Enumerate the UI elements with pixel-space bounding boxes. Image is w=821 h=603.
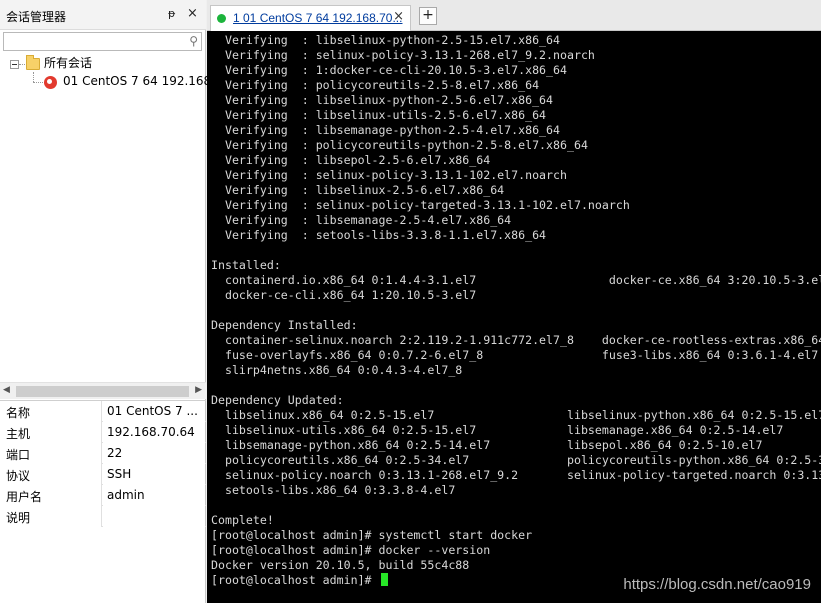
terminal-line: libselinux.x86_64 0:2.5-15.el7 libselinu…: [211, 408, 821, 422]
session-icon: [44, 76, 57, 89]
connection-status-icon: [217, 14, 226, 23]
property-row: 用户名 admin: [0, 485, 206, 506]
terminal-cursor: [380, 573, 388, 586]
search-icon[interactable]: ⚲: [189, 34, 198, 48]
session-properties: 名称 01 CentOS 7 ... 主机 192.168.70.64 端口 2…: [0, 400, 206, 527]
property-value: 192.168.70.64: [103, 422, 205, 443]
session-manager-header: 会话管理器 ᵽ ×: [0, 0, 206, 30]
tree-item-label: 所有会话: [44, 56, 93, 70]
terminal-line: container-selinux.noarch 2:2.119.2-1.911…: [224, 333, 821, 347]
terminal-line: Verifying : libselinux-python-2.5-6.el7.…: [211, 93, 554, 107]
terminal-line: Verifying : libselinux-utils-2.5-6.el7.x…: [211, 108, 547, 122]
terminal-line: setools-libs.x86_64 0:3.3.8-4.el7: [211, 483, 456, 497]
session-manager-title: 会话管理器: [6, 10, 67, 24]
terminal-line: Complete!: [211, 513, 274, 527]
property-key: 端口: [0, 443, 102, 464]
terminal-line: Verifying : setools-libs-3.3.8-1.1.el7.x…: [211, 228, 547, 242]
session-search-input[interactable]: ⚲: [3, 32, 202, 51]
terminal-line: Verifying : libsemanage-python-2.5-4.el7…: [211, 123, 561, 137]
tree-item-label: 01 CentOS 7 64 192.168: [63, 74, 212, 88]
terminal-line: Installed:: [211, 258, 281, 272]
collapse-icon[interactable]: [10, 60, 19, 69]
terminal-line: Verifying : libselinux-2.5-6.el7.x86_64: [211, 183, 505, 197]
session-manager-panel: 会话管理器 ᵽ × ⚲ 所有会话 01 CentOS 7 64 192.168 …: [0, 0, 211, 603]
property-key: 用户名: [0, 485, 102, 506]
property-row: 主机 192.168.70.64: [0, 422, 206, 443]
terminal-line: docker-ce-cli.x86_64 1:20.10.5-3.el7: [211, 288, 477, 302]
property-key: 主机: [0, 422, 102, 443]
tab-centos-session[interactable]: 1 01 CentOS 7 64 192.168.70... ×: [210, 5, 411, 31]
terminal-line: fuse-overlayfs.x86_64 0:0.7.2-6.el7_8 fu…: [211, 348, 819, 362]
watermark: https://blog.csdn.net/cao919: [623, 576, 811, 593]
terminal-line: slirp4netns.x86_64 0:0.4.3-4.el7_8: [211, 363, 463, 377]
terminal-line: Verifying : libsemanage-2.5-4.el7.x86_64: [211, 213, 512, 227]
terminal-line: Verifying : selinux-policy-targeted-3.13…: [211, 198, 630, 212]
scroll-right-icon[interactable]: ▶: [195, 385, 202, 395]
folder-icon: [26, 55, 40, 70]
terminal-line: libselinux-utils.x86_64 0:2.5-15.el7 lib…: [211, 423, 784, 437]
terminal-line: Verifying : 1:docker-ce-cli-20.10.5-3.el…: [211, 63, 567, 77]
property-key: 名称: [0, 401, 102, 422]
scroll-left-icon[interactable]: ◀: [3, 385, 10, 395]
property-key: 说明: [0, 506, 102, 527]
terminal-line: Dependency Updated:: [211, 393, 344, 407]
terminal-line: Verifying : selinux-policy-3.13.1-102.el…: [211, 168, 567, 182]
terminal-line: Verifying : libsepol-2.5-6.el7.x86_64: [211, 153, 491, 167]
tree-item-centos-session[interactable]: 01 CentOS 7 64 192.168: [63, 74, 211, 94]
terminal-line: [root@localhost admin]#: [211, 573, 388, 588]
property-value: 01 CentOS 7 ...: [103, 401, 205, 422]
terminal-line: Dependency Installed:: [211, 318, 358, 332]
tab-bar: 1 01 CentOS 7 64 192.168.70... × +: [207, 0, 821, 31]
terminal-line: Verifying : libselinux-python-2.5-15.el7…: [211, 33, 561, 47]
terminal-line: libsemanage-python.x86_64 0:2.5-14.el7 l…: [211, 438, 763, 452]
session-tree: 所有会话 01 CentOS 7 64 192.168: [0, 52, 211, 382]
horizontal-scrollbar[interactable]: ◀ ▶: [0, 382, 206, 399]
terminal-line: Verifying : policycoreutils-python-2.5-8…: [211, 138, 588, 152]
close-icon[interactable]: ×: [187, 6, 198, 21]
terminal-line: Docker version 20.10.5, build 55c4c88: [211, 558, 470, 572]
scrollbar-thumb[interactable]: [16, 386, 189, 397]
tab-label: 1 01 CentOS 7 64 192.168.70...: [233, 11, 403, 25]
terminal-line: Verifying : selinux-policy-3.13.1-268.el…: [211, 48, 595, 62]
property-value: SSH: [103, 464, 205, 485]
pin-icon[interactable]: ᵽ: [168, 7, 175, 20]
terminal-line: policycoreutils.x86_64 0:2.5-34.el7 poli…: [211, 453, 821, 467]
property-row: 名称 01 CentOS 7 ...: [0, 401, 206, 422]
property-row: 说明: [0, 506, 206, 527]
property-value: 22: [103, 443, 205, 464]
tree-item-all-sessions[interactable]: 所有会话: [44, 54, 92, 74]
property-row: 端口 22: [0, 443, 206, 464]
terminal-line: [root@localhost admin]# systemctl start …: [211, 528, 533, 542]
terminal-line: Verifying : policycoreutils-2.5-8.el7.x8…: [211, 78, 540, 92]
terminal-line: selinux-policy.noarch 0:3.13.1-268.el7_9…: [224, 468, 821, 482]
property-key: 协议: [0, 464, 102, 485]
close-tab-icon[interactable]: ×: [393, 9, 404, 24]
property-value: admin: [103, 485, 205, 506]
terminal-line: [root@localhost admin]# docker --version: [211, 543, 491, 557]
new-tab-button[interactable]: +: [419, 7, 437, 25]
terminal[interactable]: Verifying : libselinux-python-2.5-15.el7…: [207, 31, 821, 603]
property-row: 协议 SSH: [0, 464, 206, 485]
property-value: [103, 506, 205, 527]
terminal-line: containerd.io.x86_64 0:1.4.4-3.1.el7 doc…: [211, 273, 821, 287]
